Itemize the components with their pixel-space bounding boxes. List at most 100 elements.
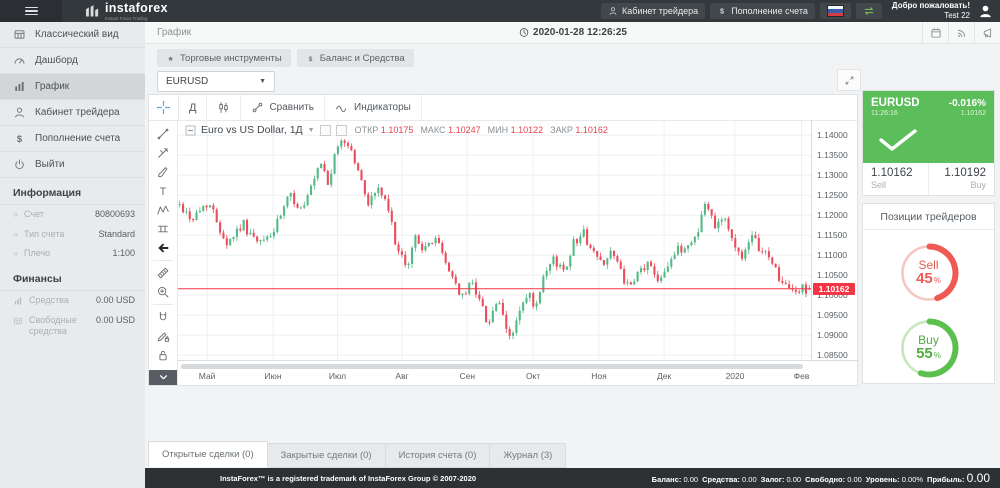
time-axis-label: Июл (329, 371, 346, 381)
sidebar-item-classic-view[interactable]: Классический вид (0, 22, 145, 48)
chart-horizontal-scrollbar[interactable] (181, 364, 803, 369)
symbol-select[interactable]: EURUSD ▼ (157, 71, 275, 92)
account-switch-button[interactable] (856, 3, 882, 19)
chart-type-button[interactable] (207, 95, 241, 120)
arrow-cursor-tool[interactable] (152, 239, 174, 257)
sidebar-item-deposit[interactable]: $Пополнение счета (0, 126, 145, 152)
compare-label: Сравнить (269, 102, 314, 113)
info-section-title: Информация (0, 178, 145, 205)
chart-bars-icon (13, 80, 26, 93)
tab-closed-trades[interactable]: Закрытые сделки (0) (268, 443, 386, 468)
legend-caret-icon[interactable]: ▼ (308, 127, 315, 134)
sidebar-item-chart[interactable]: График (0, 74, 145, 100)
info-value: 1:100 (112, 248, 135, 260)
compare-button[interactable]: Сравнить (241, 95, 325, 120)
chart-bars-icon (13, 296, 23, 306)
top-header: instaforex Instant Forex Trading Кабинет… (0, 0, 1000, 22)
tab-account-history[interactable]: История счета (0) (386, 443, 491, 468)
dollar-icon: $ (717, 6, 727, 16)
sidebar-item-dashboard[interactable]: Дашборд (0, 48, 145, 74)
forecast-tool[interactable] (152, 220, 174, 238)
magnet-tool[interactable] (152, 308, 174, 326)
language-button[interactable] (820, 3, 851, 19)
info-value: Standard (98, 229, 135, 241)
table-icon (13, 316, 23, 326)
info-value: 0.00 USD (96, 295, 135, 307)
price-axis-tick: 1.08500 (817, 350, 848, 360)
status-footer: InstaForex™ is a registered trademark of… (145, 468, 1000, 488)
sidebar-item-label: Дашборд (35, 55, 78, 66)
sidebar-item-cabinet[interactable]: Кабинет трейдера (0, 100, 145, 126)
brush-tool[interactable] (152, 163, 174, 181)
price-axis-tick: 1.09500 (817, 310, 848, 320)
footer-stat-level: Уровень: 0.00% (866, 475, 923, 484)
zoom-in-tool[interactable] (152, 283, 174, 301)
sidebar-item-logout[interactable]: Выйти (0, 152, 145, 178)
hamburger-menu-icon[interactable] (0, 0, 62, 22)
buy-quote-button[interactable]: 1.10192 Buy (928, 163, 994, 195)
clock-icon (518, 27, 529, 38)
calendar-icon[interactable] (922, 22, 948, 43)
user-icon (13, 106, 26, 119)
russian-flag-icon (827, 5, 844, 17)
pitchfork-tool[interactable] (152, 144, 174, 162)
footer-stat-equity: Средства: 0.00 (702, 475, 757, 484)
candlestick-chart[interactable] (178, 120, 811, 360)
price-axis-tick: 1.11000 (817, 250, 847, 260)
positions-panel-title: Позиции трейдеров (863, 204, 994, 230)
account-number-row: »Счет80800693 (0, 205, 145, 225)
text-tool-tool[interactable]: T (152, 182, 174, 200)
tab-open-trades[interactable]: Открытые сделки (0) (148, 441, 268, 467)
main-toolbar: ★Торговые инструменты $Баланс и Средства (157, 49, 414, 67)
leverage-row: »Плечо1:100 (0, 244, 145, 264)
dashboard-icon (13, 54, 26, 67)
buy-price: 1.10192 (937, 167, 986, 179)
price-axis-tick: 1.10500 (817, 270, 848, 280)
rss-icon[interactable] (948, 22, 974, 43)
ruler-tool[interactable] (152, 264, 174, 282)
time-axis-label: Июн (264, 371, 281, 381)
sell-percent-gauge: Sell 45% (897, 241, 961, 305)
footer-stat-free: Свободно: 0.00 (805, 475, 862, 484)
footer-stat-balance: Баланс: 0.00 (652, 475, 698, 484)
time-axis-label: Май (199, 371, 216, 381)
draw-lock-tool[interactable] (152, 327, 174, 345)
dollar-icon: $ (13, 132, 26, 145)
deposit-button[interactable]: $ Пополнение счета (710, 3, 815, 19)
buy-gauge-value: 55 (916, 345, 933, 362)
svg-text:T: T (160, 186, 167, 198)
lock-tool[interactable] (152, 346, 174, 364)
chart-plot-area[interactable]: Euro vs US Dollar, 1Д ▼ ОТКР 1.10175 МАК… (178, 120, 857, 385)
trades-tabs: Открытые сделки (0)Закрытые сделки (0)Ис… (148, 443, 566, 468)
tab-journal[interactable]: Журнал (3) (490, 443, 566, 468)
equity-row: Средства0.00 USD (0, 291, 145, 311)
welcome-label: Добро пожаловать! (892, 1, 970, 11)
interval-button[interactable]: Д (179, 95, 207, 120)
trend-line-tool[interactable] (152, 125, 174, 143)
price-axis[interactable]: 1.140001.135001.130001.125001.120001.115… (811, 120, 857, 360)
candlestick-icon (217, 101, 230, 114)
current-price-tag: 1.10162 (813, 283, 855, 295)
server-datetime: 2020-01-28 12:26:25 (518, 27, 627, 38)
free-margin-row: Свободные средства0.00 USD (0, 311, 145, 342)
avatar[interactable] (978, 4, 993, 19)
legend-settings-icon[interactable] (320, 125, 331, 136)
collapse-tools-button[interactable] (149, 370, 177, 385)
crosshair-tool[interactable] (149, 95, 179, 120)
trading-instruments-button[interactable]: ★Торговые инструменты (157, 49, 291, 67)
collapse-legend-icon[interactable] (185, 125, 196, 136)
balance-funds-button[interactable]: $Баланс и Средства (297, 49, 414, 67)
trader-cabinet-button[interactable]: Кабинет трейдера (601, 3, 705, 19)
sell-quote-button[interactable]: 1.10162 Sell (863, 163, 928, 195)
legend-source-icon[interactable] (336, 125, 347, 136)
sell-gauge-value: 45 (916, 270, 933, 287)
fullscreen-button[interactable] (837, 69, 861, 91)
quote-price: 1.10162 (961, 110, 986, 117)
xabcd-tool[interactable] (152, 201, 174, 219)
time-axis[interactable]: МайИюнИюлАвгСенОктНояДек2020Фев (178, 360, 857, 385)
announcements-icon[interactable] (974, 22, 1000, 43)
quote-card: EURUSD -0.016% 11:26:16 1.10162 1.10162 … (862, 90, 995, 196)
price-axis-tick: 1.12500 (817, 190, 848, 200)
price-axis-tick: 1.09000 (817, 330, 848, 340)
indicators-button[interactable]: Индикаторы (325, 95, 422, 120)
